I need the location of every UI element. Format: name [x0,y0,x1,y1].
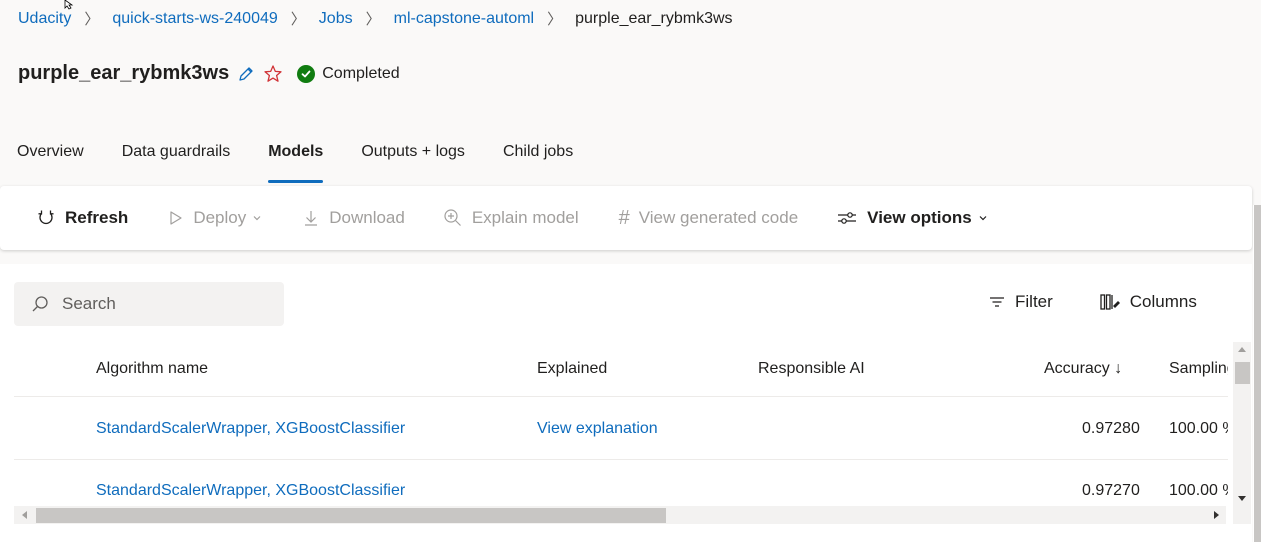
scrollbar-corner [1233,506,1251,524]
hash-icon: # [618,206,630,229]
grid-horizontal-scrollbar[interactable] [14,506,1226,524]
tab-data-guardrails[interactable]: Data guardrails [122,143,231,183]
columns-icon [1099,292,1121,312]
view-options-label: View options [867,208,972,227]
grid-header: Algorithm name Explained Responsible AI … [14,344,1228,397]
download-icon [302,209,320,227]
scroll-right-arrow-icon[interactable] [1214,511,1220,519]
tab-outputs-logs[interactable]: Outputs + logs [361,143,465,183]
page-vertical-scrollbar[interactable] [1253,205,1261,542]
page-header: purple_ear_rybmk3ws Completed [18,62,400,85]
breadcrumb-item-workspace[interactable]: quick-starts-ws-240049 [112,10,277,28]
filter-label: Filter [1015,292,1053,311]
sampling-cell: 100.00 % [1169,420,1228,437]
chevron-right-icon: 〉 [84,11,100,28]
scroll-thumb[interactable] [1254,205,1261,542]
status-text: Completed [322,64,400,82]
column-header-algorithm[interactable]: Algorithm name [96,360,208,378]
breadcrumb-item-experiment[interactable]: ml-capstone-automl [394,10,535,28]
deploy-button[interactable]: Deploy [168,208,262,228]
scroll-up-arrow-icon[interactable] [1238,346,1246,352]
accuracy-cell: 0.97270 [1082,482,1140,499]
refresh-label: Refresh [65,208,129,227]
view-options-button[interactable]: View options [836,208,988,228]
edit-pencil-icon[interactable] [237,65,255,83]
breadcrumb-item-jobs[interactable]: Jobs [319,10,353,28]
view-generated-code-button[interactable]: # View generated code [619,207,799,230]
deploy-label: Deploy [193,208,247,227]
column-header-sampling[interactable]: Sampling [1169,360,1228,378]
column-header-responsible-ai[interactable]: Responsible AI [758,360,865,378]
view-explanation-link[interactable]: View explanation [537,420,658,438]
scroll-thumb[interactable] [1235,362,1250,384]
models-grid: Algorithm name Explained Responsible AI … [14,344,1228,514]
chevron-down-icon [252,213,262,223]
sliders-icon [836,209,858,227]
algorithm-name-link[interactable]: StandardScalerWrapper, XGBoostClassifier [96,420,405,438]
tab-child-jobs[interactable]: Child jobs [503,143,573,183]
table-row[interactable]: StandardScalerWrapper, XGBoostClassifier… [14,397,1228,460]
breadcrumb-current: purple_ear_rybmk3ws [575,9,733,27]
columns-label: Columns [1129,292,1197,311]
play-icon [168,210,184,226]
tab-bar: Overview Data guardrails Models Outputs … [17,143,611,183]
tab-overview[interactable]: Overview [17,143,84,183]
command-bar: Refresh Deploy Download Explain model # … [0,186,1252,250]
breadcrumb: Udacity 〉 quick-starts-ws-240049 〉 Jobs … [18,8,733,29]
zoom-in-icon [443,208,463,228]
download-button[interactable]: Download [302,208,405,228]
favorite-star-icon[interactable] [263,64,283,84]
sampling-cell: 100.00 % [1169,482,1228,499]
search-input[interactable] [60,293,264,315]
refresh-button[interactable]: Refresh [36,208,128,228]
checkmark-circle-icon [297,64,316,83]
download-label: Download [329,208,405,227]
explain-model-label: Explain model [471,208,579,227]
page-title: purple_ear_rybmk3ws [18,62,230,84]
refresh-icon [36,208,56,228]
accuracy-cell: 0.97280 [1082,420,1140,437]
chevron-right-icon: 〉 [290,11,306,28]
columns-button[interactable]: Columns [1099,292,1197,312]
filter-icon [988,294,1006,310]
breadcrumb-item-udacity[interactable]: Udacity [18,10,71,28]
explain-model-button[interactable]: Explain model [443,208,579,228]
status-badge: Completed [297,64,400,83]
algorithm-name-link[interactable]: StandardScalerWrapper, XGBoostClassifier [96,482,405,500]
chevron-right-icon: 〉 [547,11,563,28]
models-panel: Filter Columns Algorithm name Explained … [0,264,1252,542]
tab-models[interactable]: Models [268,143,324,183]
scroll-thumb[interactable] [36,508,666,523]
grid-actions: Filter Columns [988,292,1197,312]
grid-vertical-scrollbar[interactable] [1233,342,1251,514]
filter-button[interactable]: Filter [988,292,1053,312]
scroll-down-arrow-icon[interactable] [1238,496,1246,502]
view-generated-code-label: View generated code [638,208,799,227]
search-icon [31,295,49,313]
search-box[interactable] [14,282,284,326]
scroll-left-arrow-icon[interactable] [21,511,27,519]
column-header-accuracy[interactable]: Accuracy ↓ [1044,360,1122,378]
chevron-right-icon: 〉 [365,11,381,28]
column-header-explained[interactable]: Explained [537,360,607,378]
chevron-down-icon [978,213,988,223]
